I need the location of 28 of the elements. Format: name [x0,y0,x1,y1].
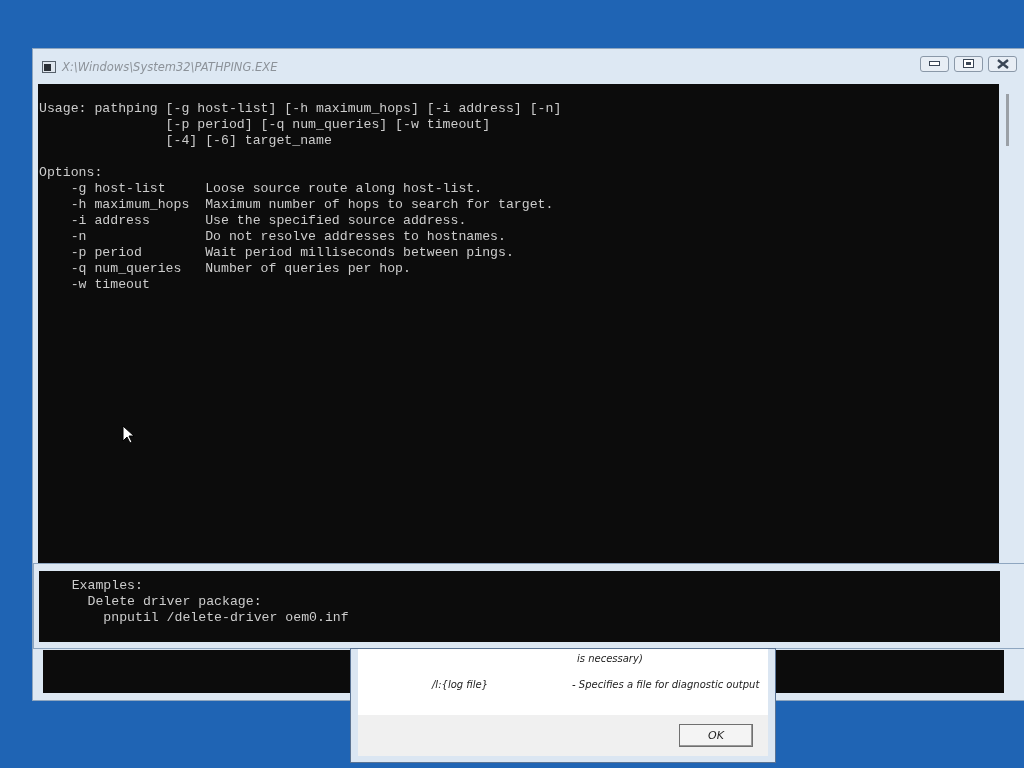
console-line: -n Do not resolve addresses to hostnames. [69,229,507,245]
console-line: -h maximum_hops Maximum number of hops to search for target. [69,197,555,213]
switch-description: - Specifies a file for diagnostic output [572,679,760,692]
close-icon [996,58,1009,69]
console-line: -g host-list Loose source route along host-list. [69,181,484,197]
minimize-icon [929,60,940,67]
mouse-cursor-icon [122,425,134,444]
console-line: -w timeout [69,277,151,293]
console-line: pnputil /delete-driver oem0.inf [102,610,350,626]
console-line: -i address Use the specified source address. [69,213,468,229]
close-button[interactable] [988,55,1017,72]
ok-button[interactable]: OK [679,724,753,747]
console-line: [-4] [-6] target_name [164,133,333,149]
switch-label: /l:{log file} [430,679,490,692]
window-title: X:\Windows\System32\PATHPING.EXE [62,59,278,74]
minimize-button[interactable] [920,55,949,72]
console-line: Options: [38,165,104,181]
console-line: -q num_queries Number of queries per hop. [69,261,412,277]
console-line: Usage: pathping [-g host-list] [-h maximum_hops] [-i address] [-n] [38,101,563,117]
console-line: Delete driver package: [86,594,263,610]
restore-icon [963,59,974,68]
console-line: [-p period] [-q num_queries] [-w timeout] [164,117,492,133]
restore-button[interactable] [954,55,983,72]
switch-description: is necessary) [577,653,643,666]
console-line: -p period Wait period milliseconds between pings. [69,245,515,261]
console-line: Examples: [70,578,144,594]
console-icon [42,60,56,73]
scroll-thumb[interactable] [1006,94,1009,146]
